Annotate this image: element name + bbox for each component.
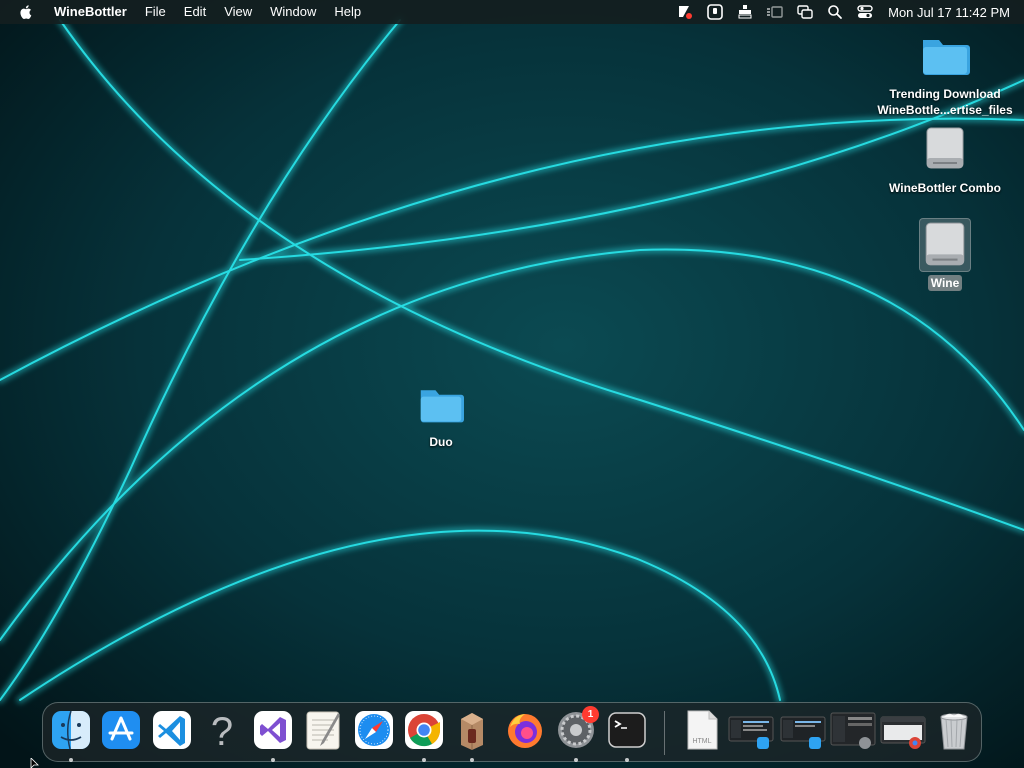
dock-visual-studio[interactable] [252,709,294,762]
running-indicator [422,758,426,762]
terminal-icon [608,712,646,748]
dock-unknown-app[interactable]: ? [201,709,243,753]
question-mark-glyph: ? [211,710,233,751]
running-indicator [574,758,578,762]
dock-minimized-finder-window-1[interactable] [728,709,774,753]
textedit-icon [306,711,340,750]
dock-system-settings[interactable]: 1 [555,706,599,762]
folder-icon [923,40,970,75]
display-icon[interactable] [732,0,758,24]
dock-textedit[interactable] [302,709,344,753]
dock-minimized-chrome-window[interactable] [880,709,926,753]
drive-icon [926,127,964,169]
folder-label-line1: Trending Download [889,87,1001,101]
selection-highlight [919,218,971,272]
safari-icon [355,711,393,749]
wine-status-icon[interactable] [672,0,698,24]
dock-separator [664,711,665,755]
folder-label-line2: WineBottle...ertise_files [877,103,1013,117]
running-indicator [271,758,275,762]
question-mark-icon: ? [211,710,233,751]
running-indicator [69,758,73,762]
window-thumbnail [728,716,774,749]
dock-html-file[interactable]: HTML [681,709,723,753]
visual-studio-icon [254,711,292,749]
apple-menu-icon[interactable] [0,4,52,20]
duo-folder[interactable]: Duo [396,384,486,450]
notification-badge: 1 [582,706,599,723]
dock-visual-studio-code[interactable] [151,709,193,753]
menu-window[interactable]: Window [261,0,325,24]
stage-manager-icon[interactable] [762,0,788,24]
dock-chrome[interactable] [403,709,445,762]
menu-clock[interactable]: Mon Jul 17 11:42 PM [888,5,1010,20]
folder-label: Duo [429,435,453,449]
running-indicator [470,758,474,762]
dock-finder[interactable] [50,709,92,762]
app-store-icon [102,711,140,749]
html-doc-label: HTML [692,738,711,745]
dock-safari[interactable] [353,709,395,753]
finder-icon [52,710,90,750]
menu-bar: WineBottler File Edit View Window Help M… [0,0,1024,24]
menu-edit[interactable]: Edit [175,0,215,24]
dock-trash[interactable] [933,709,975,753]
html-document-icon: HTML [687,710,718,750]
menu-file[interactable]: File [136,0,175,24]
chrome-icon [405,711,443,749]
dock: ? 1 HTML [42,702,982,762]
screen-record-icon[interactable] [702,0,728,24]
running-indicator [625,758,629,762]
dock-minimized-system-settings-window[interactable] [830,709,876,753]
dock-firefox[interactable] [504,709,546,753]
winebottler-icon [461,713,483,750]
firefox-icon [508,714,542,748]
wine-drive[interactable]: Wine [870,218,1020,291]
dock-app-store[interactable] [100,709,142,753]
control-center-icon[interactable] [852,0,878,24]
menu-view[interactable]: View [215,0,261,24]
window-switch-icon[interactable] [792,0,818,24]
trash-icon [940,713,968,750]
menu-help[interactable]: Help [325,0,370,24]
window-thumbnail [830,712,876,749]
dock-terminal[interactable] [606,709,648,762]
mouse-pointer-icon [30,758,39,768]
window-thumbnail [880,716,926,749]
dock-minimized-finder-window-2[interactable] [780,709,826,753]
dock-winebottler[interactable] [451,709,493,762]
winebottler-combo-drive[interactable]: WineBottler Combo [870,126,1020,196]
drive-label: WineBottler Combo [889,181,1001,195]
folder-icon [420,390,464,423]
spotlight-search-icon[interactable] [822,0,848,24]
drive-label-selected: Wine [927,275,963,291]
window-thumbnail [780,716,826,749]
vscode-icon [153,711,191,749]
app-menu-winebottler[interactable]: WineBottler [52,0,136,24]
drive-icon [925,222,965,266]
trending-download-folder[interactable]: Trending Download WineBottle...ertise_fi… [870,34,1020,118]
